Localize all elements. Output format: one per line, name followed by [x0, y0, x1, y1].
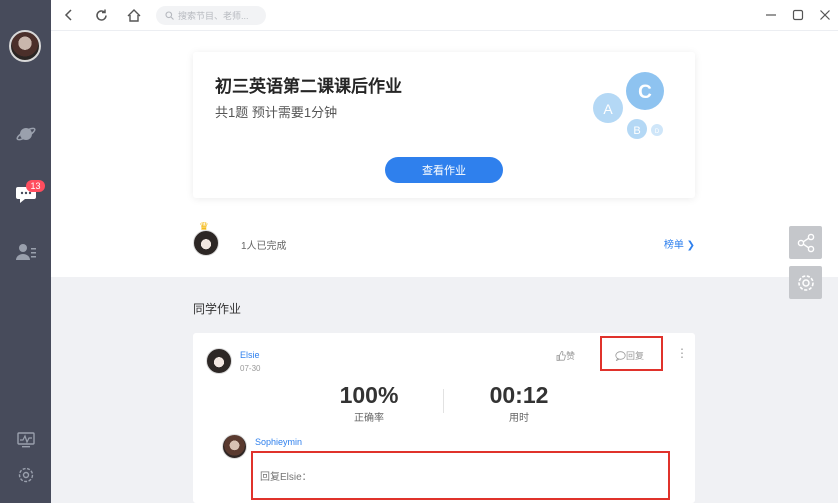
homework-subtitle: 共1题 预计需要1分钟	[215, 105, 338, 120]
minimize-icon[interactable]	[760, 4, 782, 26]
user-avatar[interactable]	[9, 30, 41, 62]
comment-icon	[615, 350, 626, 361]
homework-title: 初三英语第二课课后作业	[215, 77, 402, 96]
classmate-submission-card: Elsie 07-30 赞 回复 ⋮ 100% 正确率 00:12 用时 Sop…	[193, 333, 695, 503]
left-sidebar: 13	[0, 0, 51, 503]
like-label: 赞	[566, 351, 576, 361]
reply-label: 回复	[626, 351, 645, 361]
leaderboard-link[interactable]: 榜单 ❯	[664, 236, 695, 251]
share-icon	[797, 233, 814, 252]
search-box[interactable]: 搜索节目、老师...	[156, 6, 266, 25]
settings-icon[interactable]	[0, 461, 51, 489]
accuracy-stat: 100% 正确率	[319, 381, 419, 424]
submitter-avatar[interactable]	[206, 348, 232, 374]
submission-date: 07-30	[240, 364, 261, 373]
back-icon[interactable]	[58, 4, 80, 26]
more-options-icon[interactable]: ⋮	[676, 346, 688, 360]
close-icon[interactable]	[814, 4, 836, 26]
top-student-avatar[interactable]	[193, 230, 219, 256]
homework-card: 初三英语第二课课后作业 共1题 预计需要1分钟 C A B D 查看作业	[193, 52, 695, 198]
search-icon	[165, 11, 174, 20]
time-value: 00:12	[489, 382, 549, 408]
monitor-icon[interactable]	[0, 426, 51, 454]
classmates-section-title: 同学作业	[193, 302, 242, 316]
abc-bubbles-illustration: C A B D	[591, 70, 671, 140]
reply-input[interactable]	[254, 455, 667, 500]
thumbs-up-icon	[556, 350, 566, 361]
search-input[interactable]: 搜索节目、老师...	[178, 9, 249, 22]
stat-divider	[443, 389, 444, 413]
message-count-badge: 13	[26, 180, 45, 192]
settings-button[interactable]	[789, 266, 822, 299]
accuracy-label: 正确率	[354, 413, 384, 424]
bubble-c-letter: C	[638, 82, 652, 103]
replier-name: Sophieymin	[255, 437, 303, 447]
gear-icon	[797, 274, 814, 291]
replier-avatar	[222, 434, 247, 459]
bubble-d-letter: D	[655, 129, 660, 135]
home-icon[interactable]	[123, 4, 145, 26]
like-button[interactable]: 赞	[556, 349, 575, 362]
share-button[interactable]	[789, 226, 822, 259]
bubble-b-letter: B	[633, 125, 640, 137]
view-homework-button[interactable]: 查看作业	[385, 157, 503, 183]
maximize-icon[interactable]	[787, 4, 809, 26]
bubble-a-letter: A	[603, 101, 613, 117]
contacts-icon[interactable]	[0, 238, 51, 266]
completion-count: 1人已完成	[241, 241, 287, 252]
time-label: 用时	[509, 413, 529, 424]
accuracy-value: 100%	[339, 382, 399, 408]
completion-row: ♛ 1人已完成 榜单 ❯	[193, 220, 695, 264]
top-bar: 搜索节目、老师...	[51, 0, 838, 31]
submitter-name[interactable]: Elsie	[240, 350, 260, 360]
time-stat: 00:12 用时	[469, 381, 569, 424]
refresh-icon[interactable]	[90, 4, 112, 26]
leaderboard-label: 榜单	[663, 240, 684, 251]
reply-button[interactable]: 回复	[615, 349, 644, 362]
planet-icon[interactable]	[0, 120, 51, 148]
chevron-right-icon: ❯	[683, 240, 695, 251]
